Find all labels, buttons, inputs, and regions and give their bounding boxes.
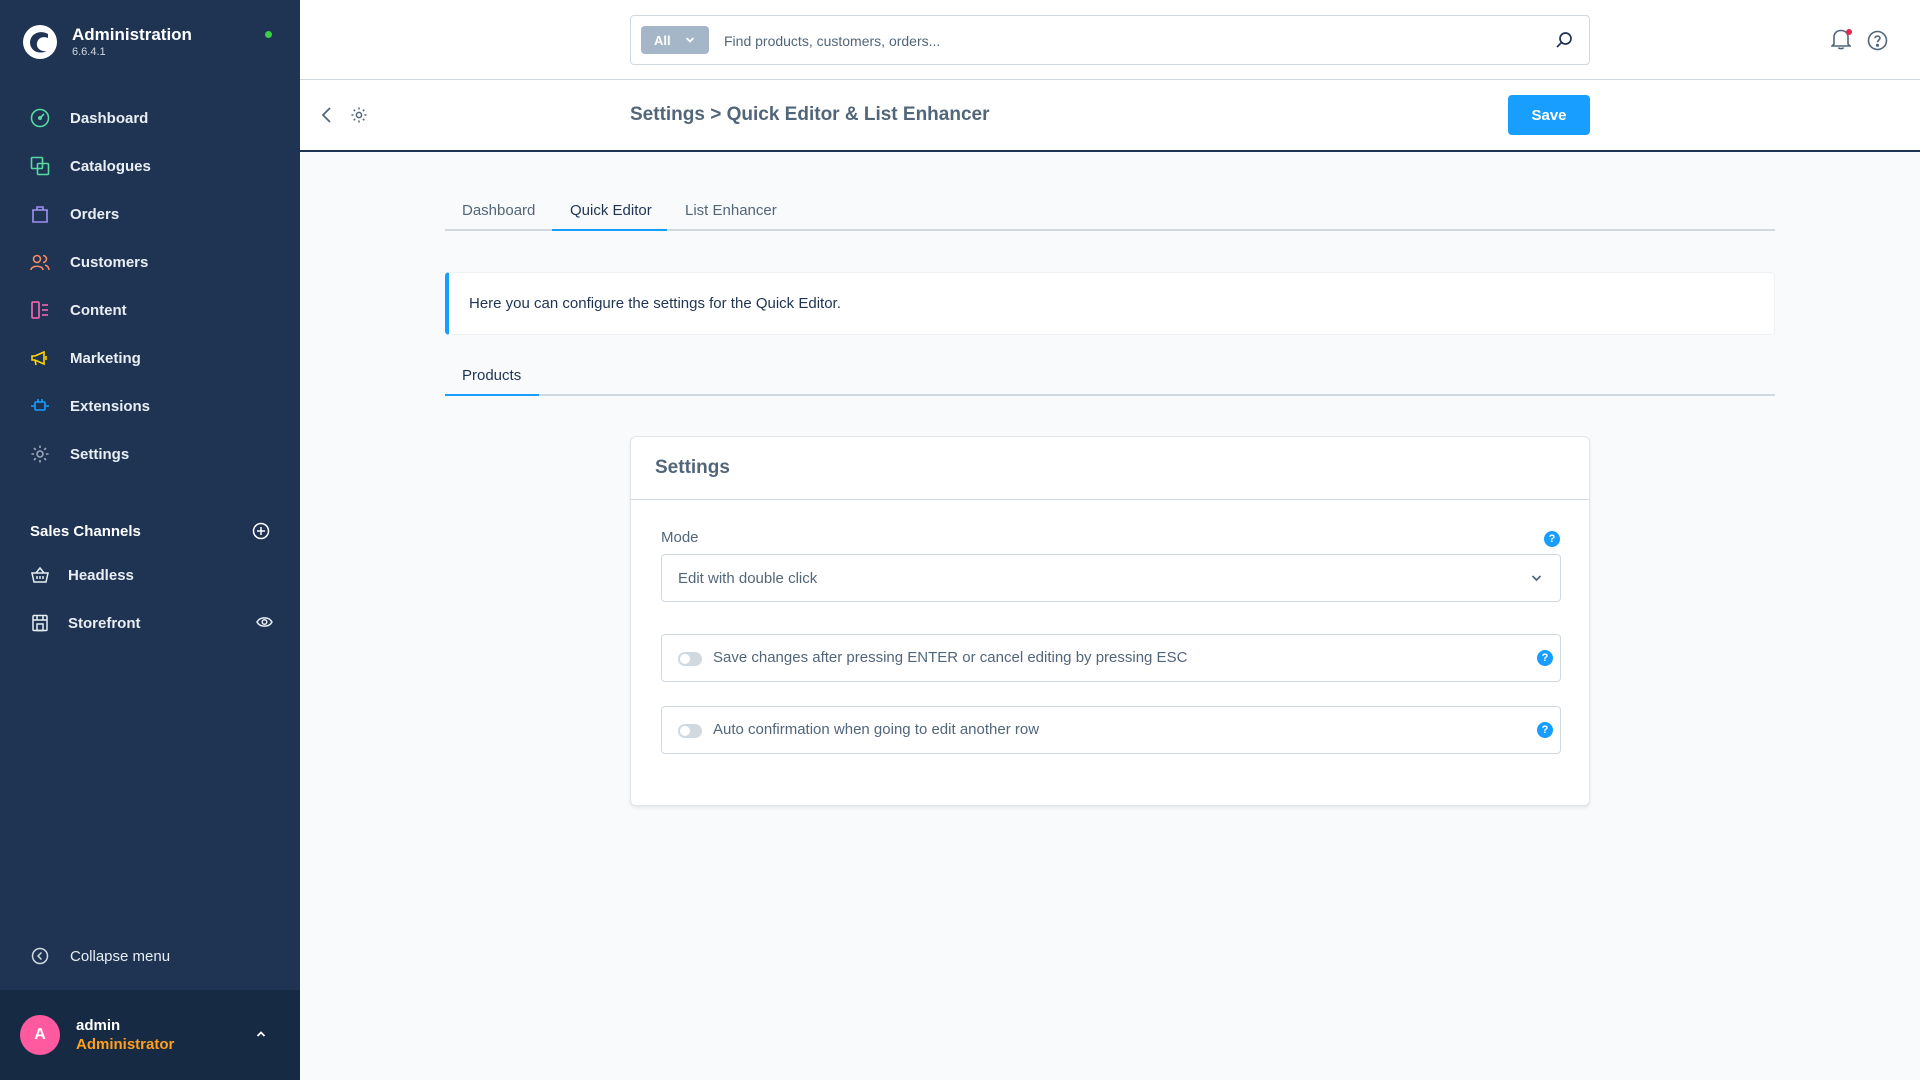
active-subtab-indicator <box>445 394 539 396</box>
auto-confirm-help-icon[interactable]: ? <box>1537 722 1553 738</box>
mode-select[interactable]: Edit with double click <box>661 554 1561 602</box>
marketing-icon <box>29 347 51 369</box>
notification-dot <box>1846 29 1852 35</box>
sidebar-item-label: Extensions <box>70 397 151 415</box>
tab-dashboard[interactable]: Dashboard <box>462 196 535 231</box>
collapse-left-icon <box>29 945 51 967</box>
sidebar-item-dashboard[interactable]: Dashboard <box>0 94 300 142</box>
storefront-icon <box>29 612 51 634</box>
app-version: 6.6.4.1 <box>72 46 106 58</box>
card-title: Settings <box>631 437 1589 500</box>
sidebar-item-label: Content <box>70 301 127 319</box>
sidebar-item-extensions[interactable]: Extensions <box>0 382 300 430</box>
tab-quick-editor[interactable]: Quick Editor <box>570 196 652 231</box>
main-navigation: Dashboard Catalogues Orders Customers Co… <box>0 94 300 478</box>
settings-card: Settings Mode ? Edit with double click S… <box>630 436 1590 806</box>
mode-select-value: Edit with double click <box>678 569 818 587</box>
sidebar-item-marketing[interactable]: Marketing <box>0 334 300 382</box>
active-tab-indicator <box>552 229 667 231</box>
smart-bar: Settings > Quick Editor & List Enhancer … <box>300 80 1920 152</box>
orders-icon <box>29 203 51 225</box>
auto-confirm-label: Auto confirmation when going to edit ano… <box>713 721 1040 738</box>
chevron-down-icon <box>1531 575 1542 582</box>
user-menu[interactable]: A admin Administrator <box>0 990 300 1080</box>
sidebar: Administration 6.6.4.1 Dashboard Catalog… <box>0 0 300 1080</box>
top-bar: All <box>300 0 1920 80</box>
customers-icon <box>29 251 51 273</box>
sidebar-item-orders[interactable]: Orders <box>0 190 300 238</box>
alert-text: Here you can configure the settings for … <box>469 295 841 312</box>
extensions-icon <box>29 395 51 417</box>
mode-label: Mode <box>661 529 699 546</box>
auto-confirm-toggle[interactable] <box>678 724 702 738</box>
status-indicator <box>265 31 272 38</box>
help-icon[interactable] <box>1867 30 1888 51</box>
avatar: A <box>20 1015 60 1055</box>
sales-channels-title: Sales Channels <box>30 522 141 540</box>
eye-icon[interactable] <box>256 615 273 629</box>
info-alert: Here you can configure the settings for … <box>445 272 1775 335</box>
breadcrumb: Settings > Quick Editor & List Enhancer <box>630 104 990 125</box>
back-arrow-icon[interactable] <box>320 106 334 124</box>
dashboard-icon <box>29 107 51 129</box>
sidebar-item-label: Settings <box>70 445 130 463</box>
global-search: All <box>630 15 1590 65</box>
sidebar-item-label: Marketing <box>70 349 141 367</box>
search-input[interactable] <box>724 27 1524 55</box>
sidebar-item-label: Orders <box>70 205 120 223</box>
sales-channel-label: Headless <box>68 566 134 584</box>
search-type-select[interactable]: All <box>641 26 709 54</box>
sidebar-item-settings[interactable]: Settings <box>0 430 300 478</box>
collapse-menu-button[interactable]: Collapse menu <box>29 945 170 967</box>
chevron-up-icon[interactable] <box>255 1028 267 1040</box>
content-icon <box>29 299 51 321</box>
app-title: Administration <box>72 25 192 44</box>
sales-channel-headless[interactable]: Headless <box>29 555 273 595</box>
tab-products[interactable]: Products <box>462 367 521 384</box>
sales-channel-storefront[interactable]: Storefront <box>29 603 273 643</box>
auto-confirm-setting: Auto confirmation when going to edit ano… <box>661 706 1561 754</box>
sidebar-item-catalogues[interactable]: Catalogues <box>0 142 300 190</box>
search-icon[interactable] <box>1555 31 1573 49</box>
search-type-label: All <box>654 32 671 48</box>
enter-esc-label: Save changes after pressing ENTER or can… <box>713 649 1188 666</box>
brand[interactable]: Administration 6.6.4.1 <box>22 24 192 60</box>
entity-tabs: Products <box>445 360 1775 396</box>
chevron-down-icon <box>685 37 695 43</box>
enter-esc-toggle[interactable] <box>678 652 702 666</box>
catalogues-icon <box>29 155 51 177</box>
sidebar-item-label: Dashboard <box>70 109 149 127</box>
shopware-logo-icon <box>23 25 57 59</box>
add-sales-channel-icon[interactable] <box>252 522 270 540</box>
sidebar-item-label: Customers <box>70 253 149 271</box>
mode-help-icon[interactable]: ? <box>1544 531 1560 547</box>
basket-icon <box>29 564 51 586</box>
sidebar-item-customers[interactable]: Customers <box>0 238 300 286</box>
settings-icon <box>29 443 51 465</box>
tab-list-enhancer[interactable]: List Enhancer <box>685 196 777 231</box>
user-role: Administrator <box>76 1036 175 1053</box>
sales-channels-header: Sales Channels <box>30 520 270 542</box>
sidebar-item-label: Catalogues <box>70 157 151 175</box>
save-button[interactable]: Save <box>1508 95 1590 135</box>
module-tabs: Dashboard Quick Editor List Enhancer <box>445 196 1775 231</box>
sidebar-item-content[interactable]: Content <box>0 286 300 334</box>
sales-channel-label: Storefront <box>68 614 141 632</box>
settings-gear-icon[interactable] <box>350 106 368 124</box>
user-name: admin <box>76 1017 121 1034</box>
enter-esc-setting: Save changes after pressing ENTER or can… <box>661 634 1561 682</box>
enter-esc-help-icon[interactable]: ? <box>1537 650 1553 666</box>
collapse-menu-label: Collapse menu <box>70 947 171 965</box>
